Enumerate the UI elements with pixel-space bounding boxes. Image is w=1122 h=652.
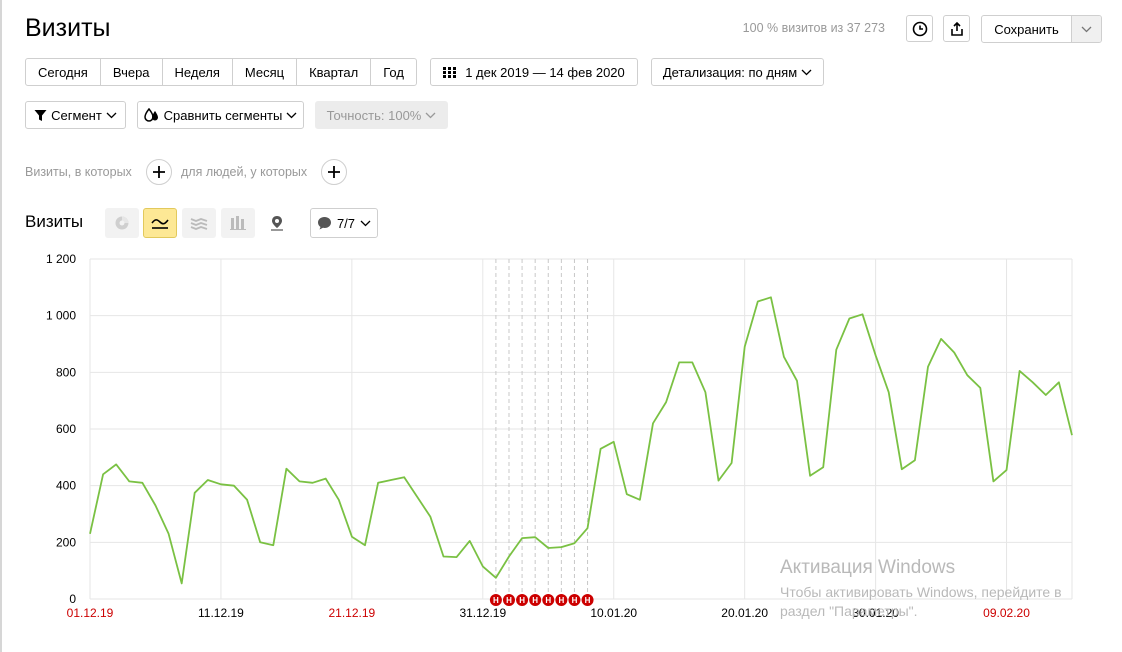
segment-label: Сегмент: [51, 107, 102, 123]
detail-select[interactable]: Детализация: по дням: [651, 58, 824, 86]
holiday-marker-label: Н: [532, 596, 538, 605]
y-tick-label: 600: [56, 422, 76, 436]
viz-area-button[interactable]: [182, 208, 216, 238]
viz-map-button[interactable]: [260, 208, 294, 238]
x-tick-label: 21.12.19: [329, 606, 376, 620]
page-title: Визиты: [25, 14, 111, 42]
save-button[interactable]: Сохранить: [982, 16, 1072, 42]
add-visit-condition-button[interactable]: [146, 159, 172, 185]
holiday-marker-label: Н: [558, 596, 564, 605]
precision-select[interactable]: Точность: 100%: [315, 101, 448, 129]
chevron-down-icon: [360, 220, 371, 226]
bar-chart-icon: [230, 216, 246, 230]
holiday-marker-label: Н: [506, 596, 512, 605]
chevron-down-icon: [106, 112, 117, 118]
plus-icon: [328, 166, 340, 178]
windows-activation-title: Активация Windows: [780, 557, 956, 578]
compare-label: Сравнить сегменты: [163, 107, 283, 123]
holiday-marker-label: Н: [545, 596, 551, 605]
segment-button[interactable]: Сегмент: [25, 101, 126, 129]
precision-label: Точность: 100%: [326, 107, 422, 123]
filter-icon: [34, 109, 47, 121]
notes-button[interactable]: 7/7: [310, 208, 378, 238]
visits-condition-label: Визиты, в которых: [25, 165, 132, 179]
viz-line-button[interactable]: [143, 208, 177, 238]
date-range-label: 1 дек 2019 — 14 фев 2020: [465, 64, 625, 80]
save-group: Сохранить: [981, 15, 1102, 43]
period-today[interactable]: Сегодня: [26, 59, 101, 85]
share-icon: [950, 21, 963, 36]
pie-chart-icon: [115, 216, 129, 230]
x-tick-label: 31.12.19: [459, 606, 506, 620]
viz-bar-button[interactable]: [221, 208, 255, 238]
y-tick-label: 0: [69, 592, 76, 606]
clock-icon: [912, 21, 927, 36]
visits-series-line: [89, 296, 1073, 585]
notes-count: 7/7: [336, 215, 356, 231]
y-tick-label: 400: [56, 479, 76, 493]
y-tick-label: 1 000: [46, 309, 76, 323]
y-tick-label: 1 200: [46, 252, 76, 266]
holiday-marker-label: Н: [585, 596, 591, 605]
map-pin-icon: [271, 216, 283, 231]
period-year[interactable]: Год: [371, 59, 416, 85]
chevron-down-icon: [286, 112, 297, 118]
windows-activation-text: Чтобы активировать Windows, перейдите в …: [780, 584, 1062, 619]
line-chart-icon: [151, 219, 169, 229]
compare-segments-button[interactable]: Сравнить сегменты: [137, 101, 304, 129]
y-tick-label: 200: [56, 535, 76, 549]
holiday-marker-label: Н: [519, 596, 525, 605]
chevron-down-icon: [425, 112, 436, 118]
x-tick-label: 10.01.20: [590, 606, 637, 620]
y-tick-label: 800: [56, 365, 76, 379]
people-condition-label: для людей, у которых: [181, 165, 308, 179]
period-month[interactable]: Месяц: [233, 59, 298, 85]
add-people-condition-button[interactable]: [321, 159, 347, 185]
chart-title: Визиты: [25, 212, 84, 231]
date-range-picker[interactable]: 1 дек 2019 — 14 фев 2020: [430, 58, 638, 86]
viz-pie-button[interactable]: [105, 208, 139, 238]
period-selector: Сегодня Вчера Неделя Месяц Квартал Год: [25, 58, 417, 86]
plus-icon: [153, 166, 165, 178]
period-yesterday[interactable]: Вчера: [101, 59, 163, 85]
speech-bubble-icon: [317, 217, 331, 230]
save-dropdown-button[interactable]: [1072, 16, 1101, 42]
history-button[interactable]: [906, 15, 933, 42]
x-tick-label: 01.12.19: [67, 606, 114, 620]
x-tick-label: 20.01.20: [721, 606, 768, 620]
export-button[interactable]: [943, 15, 970, 42]
drops-icon: [143, 108, 158, 122]
holiday-marker-label: Н: [493, 596, 499, 605]
calendar-grid-icon: [443, 66, 457, 78]
area-chart-icon: [190, 218, 208, 230]
period-week[interactable]: Неделя: [163, 59, 233, 85]
visits-info: 100 % визитов из 37 273: [742, 21, 885, 35]
x-tick-label: 11.12.19: [198, 606, 244, 620]
chevron-down-icon: [801, 69, 812, 75]
holiday-marker-label: Н: [572, 596, 578, 605]
detail-label: Детализация: по дням: [662, 64, 798, 80]
period-quarter[interactable]: Квартал: [297, 59, 372, 85]
chevron-down-icon: [1081, 26, 1092, 32]
